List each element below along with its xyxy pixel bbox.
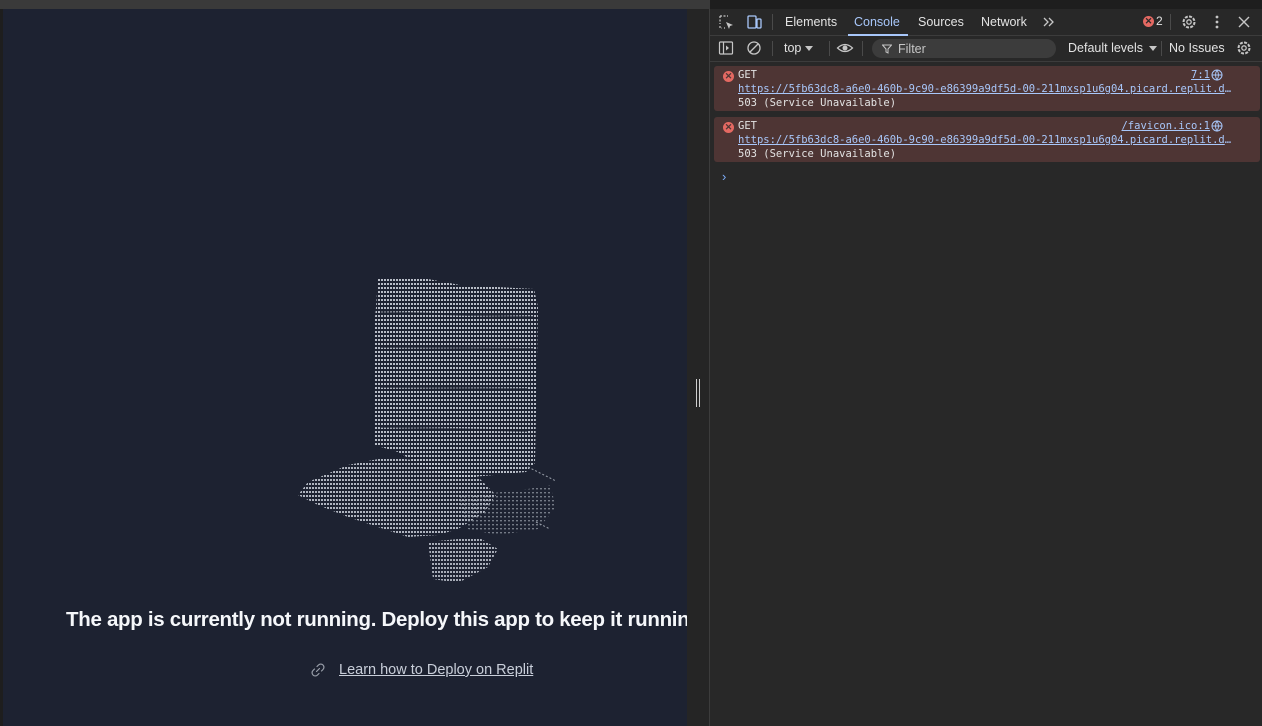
clear-console-icon[interactable]	[745, 39, 763, 57]
inspect-element-icon[interactable]	[717, 13, 735, 31]
filter-icon	[882, 44, 892, 54]
console-error-message: ✕ GET /favicon.ico:1 https://5fb63dc8-a6…	[714, 117, 1260, 162]
devtools-splitter-area	[687, 9, 709, 726]
toolbar-separator	[772, 41, 773, 56]
learn-deploy-link[interactable]: Learn how to Deploy on Replit	[339, 662, 533, 678]
filter-input[interactable]	[898, 41, 1038, 56]
tab-separator	[1170, 14, 1171, 30]
settings-icon[interactable]	[1180, 13, 1198, 31]
response-status: 503 (Service Unavailable)	[738, 148, 897, 160]
close-icon[interactable]	[1235, 13, 1253, 31]
sidebar-toggle-icon[interactable]	[717, 39, 735, 57]
log-levels-dropdown[interactable]: Default levels	[1068, 41, 1158, 55]
devtools-tabbar: Elements Console Sources Network ✕ 2	[710, 9, 1262, 36]
device-toolbar-icon[interactable]	[745, 13, 763, 31]
learn-deploy-row: Learn how to Deploy on Replit	[311, 662, 533, 678]
not-running-headline: The app is currently not running. Deploy…	[66, 608, 687, 631]
issues-counter[interactable]: No Issues	[1169, 41, 1225, 55]
resize-handle[interactable]	[695, 379, 701, 407]
chevron-right-icon[interactable]: ›	[722, 169, 726, 184]
context-label: top	[784, 41, 802, 55]
toolbar-separator	[862, 41, 863, 56]
tab-console[interactable]: Console	[848, 15, 908, 36]
more-tabs-icon[interactable]	[1040, 13, 1058, 31]
tab-network[interactable]: Network	[981, 15, 1027, 35]
response-status: 503 (Service Unavailable)	[738, 97, 897, 109]
filter-box[interactable]	[872, 39, 1056, 58]
request-method: GET	[738, 120, 757, 132]
globe-icon	[1211, 120, 1223, 132]
console-error-message: ✕ GET 7:1 https://5fb63dc8-a6e0-460b-9c9…	[714, 66, 1260, 111]
error-count-badge[interactable]: ✕ 2	[1143, 14, 1163, 28]
kebab-menu-icon[interactable]	[1208, 13, 1226, 31]
request-url-link[interactable]: https://5fb63dc8-a6e0-460b-9c90-e86399a9…	[738, 83, 1234, 95]
console-toolbar: top Default levels No Issues	[710, 36, 1262, 62]
globe-icon	[1211, 69, 1223, 81]
toolbar-separator	[1161, 41, 1162, 56]
devtools-panel: Elements Console Sources Network ✕ 2 top…	[709, 9, 1262, 726]
error-icon: ✕	[1143, 15, 1154, 27]
tab-elements[interactable]: Elements	[785, 15, 837, 35]
error-icon: ✕	[723, 122, 734, 133]
page-viewport: The app is currently not running. Deploy…	[3, 9, 687, 726]
tab-separator	[772, 14, 773, 30]
link-icon	[311, 663, 325, 677]
context-selector[interactable]: top	[784, 41, 814, 55]
browser-top-strip	[0, 0, 710, 9]
toolbar-separator	[829, 41, 830, 56]
ascii-art-illustration	[298, 277, 557, 583]
chevron-down-icon	[805, 45, 814, 51]
request-url-link[interactable]: https://5fb63dc8-a6e0-460b-9c90-e86399a9…	[738, 134, 1234, 146]
eye-icon[interactable]	[836, 39, 854, 57]
source-link[interactable]: /favicon.ico:1	[1121, 120, 1210, 132]
tab-sources[interactable]: Sources	[918, 15, 964, 35]
error-count: 2	[1156, 14, 1163, 28]
console-settings-icon[interactable]	[1235, 39, 1253, 57]
request-method: GET	[738, 69, 757, 81]
log-levels-label: Default levels	[1068, 41, 1144, 55]
source-link[interactable]: 7:1	[1191, 69, 1210, 81]
error-icon: ✕	[723, 71, 734, 82]
chevron-down-icon	[1149, 45, 1158, 51]
